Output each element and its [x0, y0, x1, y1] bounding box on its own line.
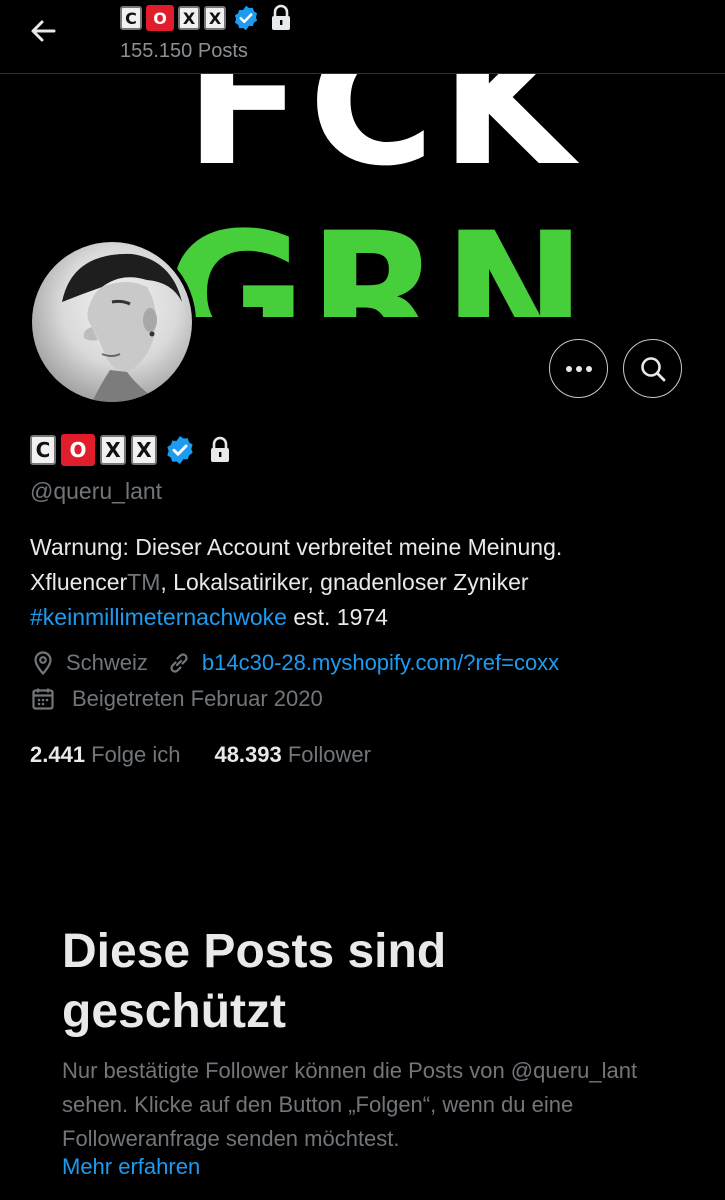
verified-badge-icon[interactable]: [164, 434, 196, 466]
followers-stat[interactable]: 48.393 Follower: [214, 742, 371, 768]
bio-line: XfluencerTM, Lokalsatiriker, gnadenloser…: [30, 565, 710, 600]
follow-stats: 2.441 Folge ich 48.393 Follower: [30, 742, 371, 768]
name-tile: C: [30, 435, 56, 465]
bio-line: Warnung: Dieser Account verbreitet meine…: [30, 534, 563, 560]
lock-icon: [272, 4, 290, 30]
following-count: 2.441: [30, 742, 86, 767]
calendar-icon: [32, 688, 54, 710]
name-tile: X: [178, 6, 200, 30]
protected-title: Diese Posts sind geschützt: [62, 925, 447, 1038]
profile-meta-row: Schweiz b14c30-28.myshopify.com/?ref=cox…: [30, 650, 559, 676]
bio-text: est. 1974: [286, 604, 388, 630]
followers-label: Follower: [281, 742, 371, 767]
header-display-name: C O X X: [120, 2, 294, 34]
lock-icon: [211, 436, 229, 462]
link-icon: [170, 653, 188, 673]
followers-count: 48.393: [214, 742, 282, 767]
verified-badge-icon: [234, 5, 258, 31]
banner-text-bottom: GRN: [165, 195, 589, 318]
avatar-portrait: [62, 253, 182, 402]
name-tile: X: [131, 435, 157, 465]
search-icon: [640, 356, 665, 381]
website-link[interactable]: b14c30-28.myshopify.com/?ref=coxx: [202, 650, 559, 676]
joined-date: Beigetreten Februar 2020: [72, 686, 323, 711]
display-name: C O X X: [30, 432, 233, 468]
learn-more-link[interactable]: Mehr erfahren: [62, 1154, 200, 1180]
avatar[interactable]: [28, 238, 196, 406]
name-tile: X: [100, 435, 126, 465]
bio-text: Xfluencer: [30, 569, 128, 595]
bio-text: , Lokalsatiriker, gnadenloser Zyniker: [160, 569, 529, 595]
back-button[interactable]: [26, 14, 60, 48]
name-tile: O: [61, 434, 95, 466]
banner-image: FCK GRN: [165, 74, 587, 317]
following-stat[interactable]: 2.441 Folge ich: [30, 742, 180, 768]
location-pin-icon: [34, 651, 52, 676]
protected-description: Nur bestätigte Follower können die Posts…: [62, 1058, 638, 1151]
bio-line: #keinmillimeternachwoke est. 1974: [30, 600, 710, 635]
top-bar: C O X X 155.150 Posts: [0, 0, 725, 74]
profile-bio: Warnung: Dieser Account verbreitet meine…: [30, 530, 710, 635]
more-icon: [565, 365, 592, 372]
banner-text-top: FCK: [185, 74, 581, 204]
back-arrow-icon: [31, 20, 56, 42]
search-button[interactable]: [623, 339, 682, 398]
more-options-button[interactable]: [549, 339, 608, 398]
trademark-glyph: TM: [127, 569, 161, 595]
name-tile: O: [146, 5, 174, 31]
post-count: 155.150 Posts: [120, 40, 248, 62]
name-tile: C: [120, 6, 142, 30]
following-label: Folge ich: [85, 742, 181, 767]
location-text: Schweiz: [66, 650, 148, 675]
name-tile: X: [204, 6, 226, 30]
profile-meta-row: Beigetreten Februar 2020: [30, 686, 323, 712]
hashtag-link[interactable]: #keinmillimeternachwoke: [30, 604, 287, 630]
user-handle: @queru_lant: [30, 478, 163, 504]
